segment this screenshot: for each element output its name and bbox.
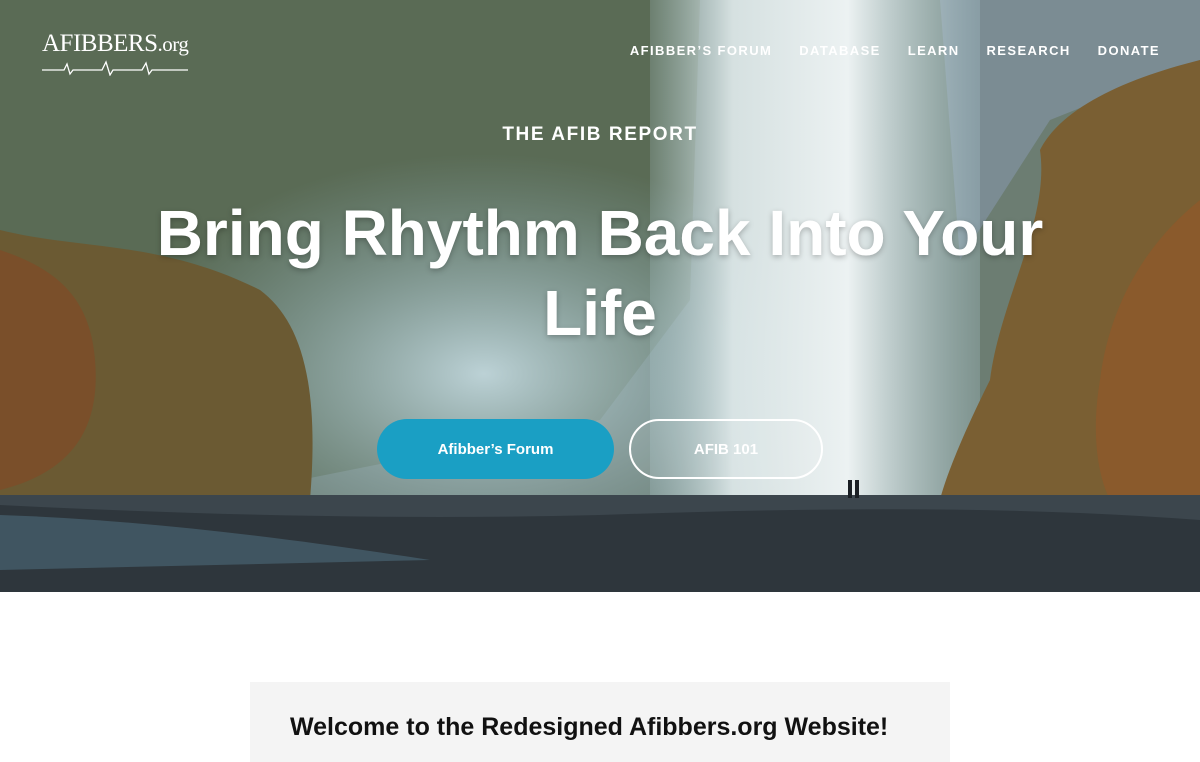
nav-database[interactable]: DATABASE	[799, 43, 881, 58]
welcome-card: Welcome to the Redesigned Afibbers.org W…	[250, 682, 950, 762]
afibbers-forum-button[interactable]: Afibber’s Forum	[377, 419, 614, 479]
nav-donate[interactable]: DONATE	[1098, 43, 1160, 58]
afib-101-button[interactable]: AFIB 101	[629, 419, 823, 479]
nav-research[interactable]: RESEARCH	[987, 43, 1071, 58]
main-navigation: AFIBBER’S FORUM DATABASE LEARN RESEARCH …	[603, 43, 1160, 58]
welcome-title: Welcome to the Redesigned Afibbers.org W…	[290, 713, 889, 741]
nav-afibbers-forum[interactable]: AFIBBER’S FORUM	[630, 43, 772, 58]
hero-kicker: THE AFIB REPORT	[502, 124, 698, 145]
logo-wordmark: AFIBBERS.org	[42, 30, 189, 57]
site-logo[interactable]: AFIBBERS.org	[42, 30, 192, 80]
heartbeat-line-icon	[42, 60, 188, 76]
nav-learn[interactable]: LEARN	[908, 43, 960, 58]
hero-headline: Bring Rhythm Back Into Your Life	[156, 197, 1044, 349]
hero-banner: AFIBBERS.org AFIBBER’S FORUM DATABASE LE…	[0, 0, 1200, 592]
